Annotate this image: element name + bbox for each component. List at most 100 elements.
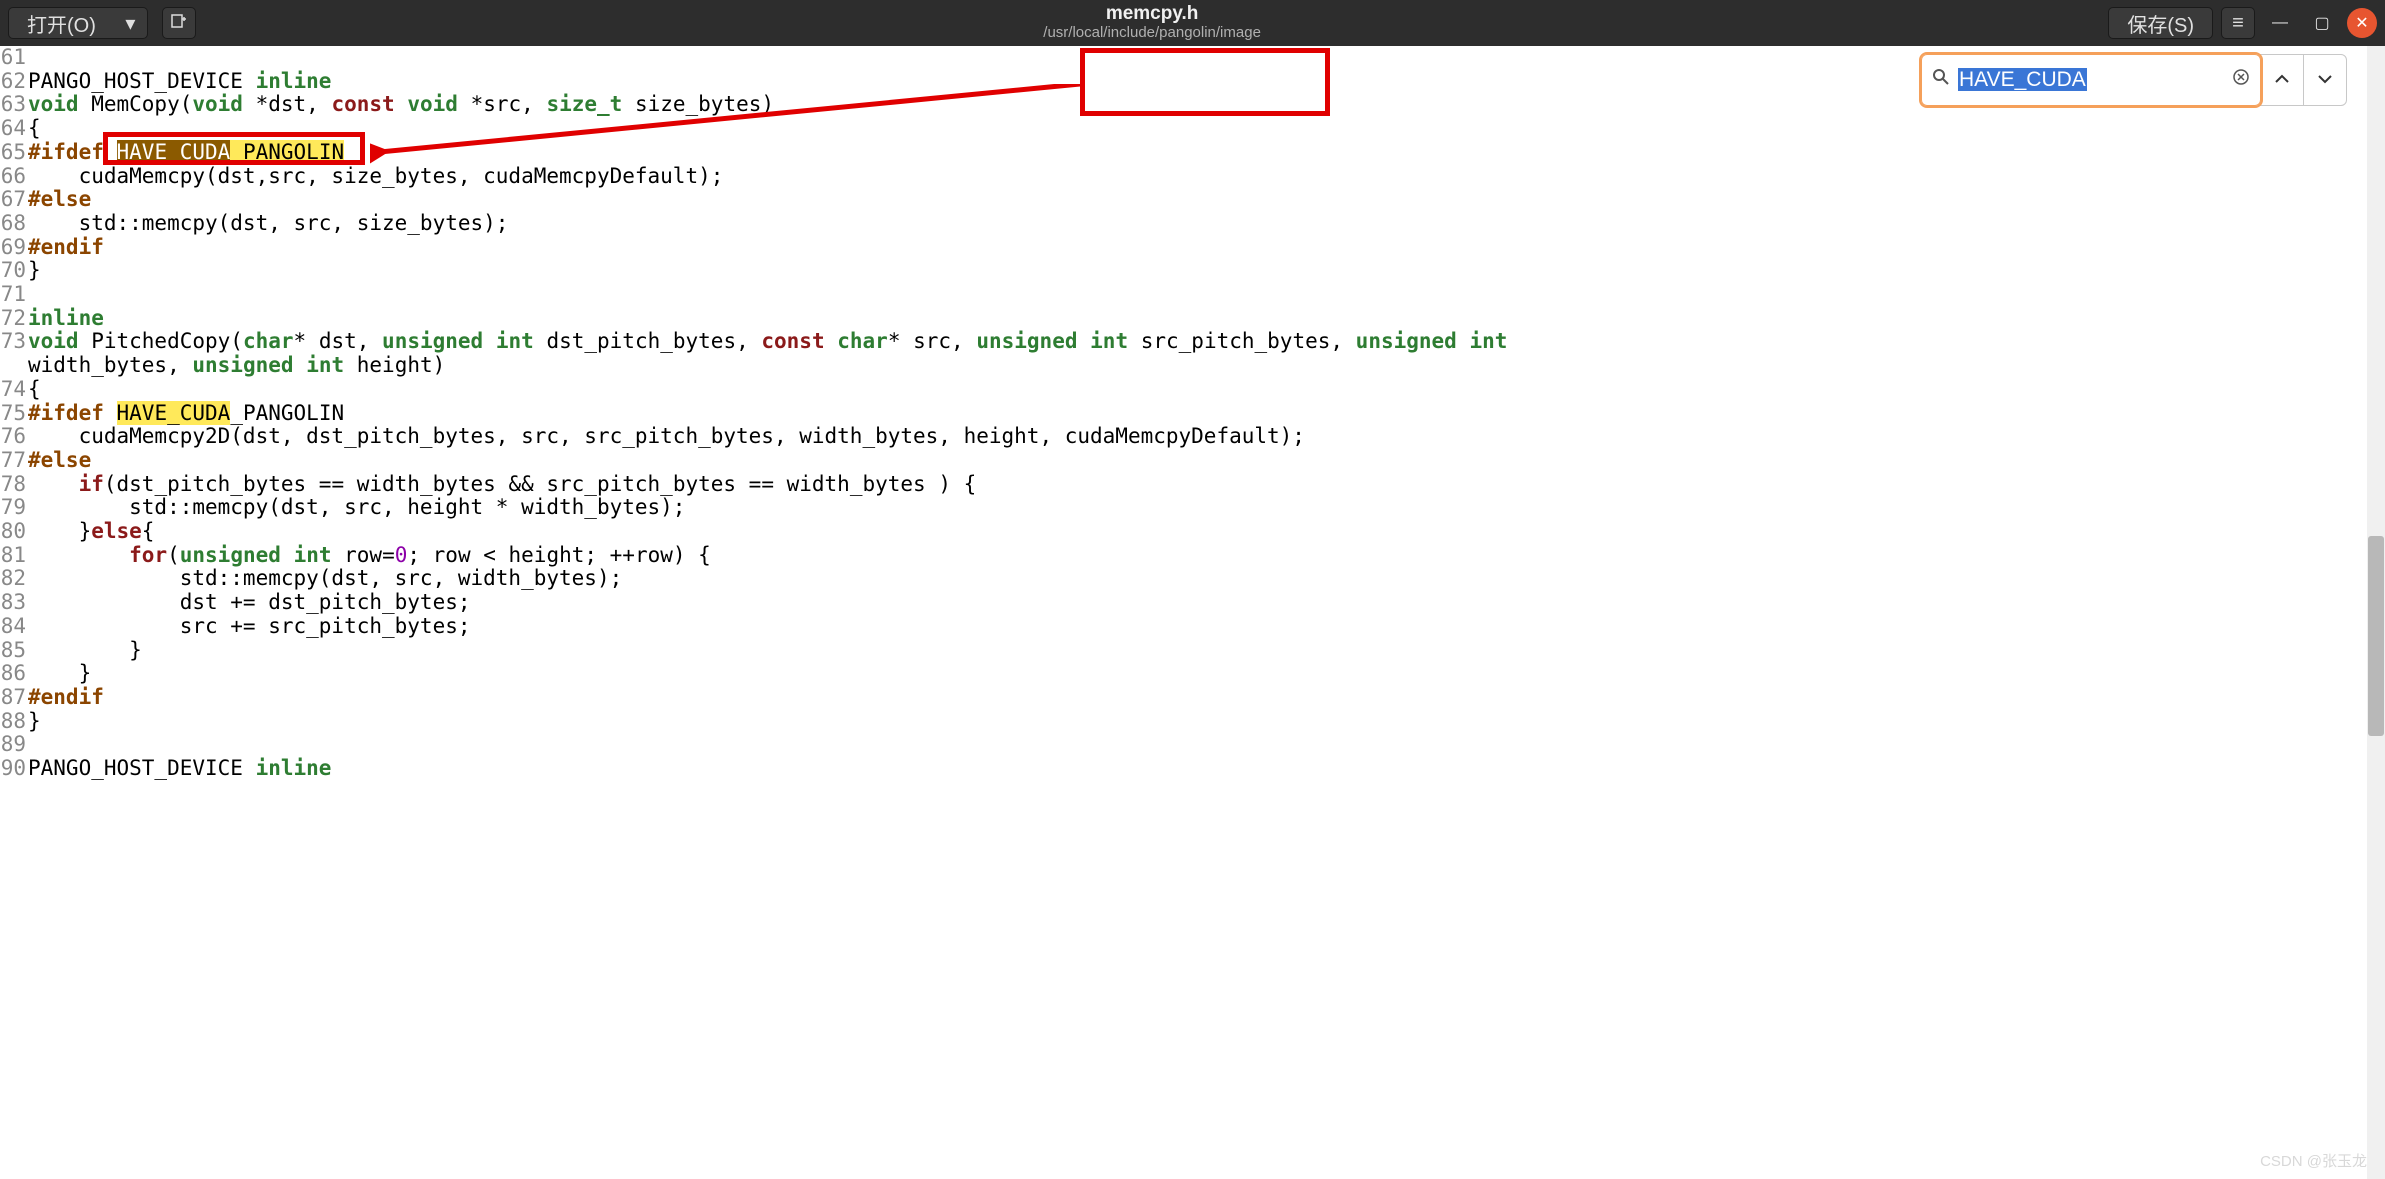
line-content[interactable]: PANGO_HOST_DEVICE inline xyxy=(28,757,2385,781)
code-line[interactable]: 70} xyxy=(0,259,2385,283)
code-line[interactable]: 77#else xyxy=(0,449,2385,473)
code-line[interactable]: 73void PitchedCopy(char* dst, unsigned i… xyxy=(0,330,2385,354)
find-input-container: HAVE_CUDA xyxy=(1921,54,2261,106)
vertical-scrollbar[interactable] xyxy=(2367,46,2385,1179)
line-number: 82 xyxy=(0,567,28,591)
line-content[interactable] xyxy=(28,733,2385,757)
code-line[interactable]: 65#ifdef HAVE_CUDA_PANGOLIN xyxy=(0,141,2385,165)
code-line[interactable]: 71 xyxy=(0,283,2385,307)
code-line[interactable]: 84 src += src_pitch_bytes; xyxy=(0,615,2385,639)
line-content[interactable]: src += src_pitch_bytes; xyxy=(28,615,2385,639)
line-number: 89 xyxy=(0,733,28,757)
code-line[interactable]: 67#else xyxy=(0,188,2385,212)
line-content[interactable]: #else xyxy=(28,449,2385,473)
line-content[interactable] xyxy=(28,283,2385,307)
line-number: 87 xyxy=(0,686,28,710)
code-line[interactable]: 69#endif xyxy=(0,236,2385,260)
line-content[interactable]: std::memcpy(dst, src, height * width_byt… xyxy=(28,496,2385,520)
find-bar: HAVE_CUDA xyxy=(1921,54,2347,106)
line-content[interactable]: std::memcpy(dst, src, width_bytes); xyxy=(28,567,2385,591)
line-content[interactable]: } xyxy=(28,259,2385,283)
code-line[interactable]: 78 if(dst_pitch_bytes == width_bytes && … xyxy=(0,473,2385,497)
line-number: 75 xyxy=(0,402,28,426)
line-content[interactable]: } xyxy=(28,710,2385,734)
line-content[interactable]: void PitchedCopy(char* dst, unsigned int… xyxy=(28,330,2385,354)
code-line[interactable]: 83 dst += dst_pitch_bytes; xyxy=(0,591,2385,615)
code-line[interactable]: 64{ xyxy=(0,117,2385,141)
titlebar-center: memcpy.h /usr/local/include/pangolin/ima… xyxy=(196,4,2108,41)
editor-area[interactable]: 6162PANGO_HOST_DEVICE inline63void MemCo… xyxy=(0,46,2385,1179)
file-title: memcpy.h xyxy=(196,4,2108,25)
line-number: 64 xyxy=(0,117,28,141)
titlebar-right: 保存(S) ≡ — ▢ ✕ xyxy=(2108,7,2377,39)
line-number: 66 xyxy=(0,165,28,189)
code-line[interactable]: 80 }else{ xyxy=(0,520,2385,544)
search-icon xyxy=(1932,68,1950,92)
code-line[interactable]: 68 std::memcpy(dst, src, size_bytes); xyxy=(0,212,2385,236)
code-line[interactable]: 72inline xyxy=(0,307,2385,331)
line-number: 68 xyxy=(0,212,28,236)
code-line[interactable]: 89 xyxy=(0,733,2385,757)
chevron-down-icon: ▾ xyxy=(125,11,135,36)
titlebar: 打开(O) ▾ memcpy.h /usr/local/include/pang… xyxy=(0,0,2385,46)
line-content[interactable]: cudaMemcpy2D(dst, dst_pitch_bytes, src, … xyxy=(28,425,2385,449)
watermark: CSDN @张玉龙 xyxy=(2260,1150,2367,1171)
line-content[interactable]: #ifdef HAVE_CUDA_PANGOLIN xyxy=(28,402,2385,426)
new-tab-icon xyxy=(171,12,187,35)
open-dropdown-button[interactable]: ▾ xyxy=(114,7,148,39)
line-content[interactable]: } xyxy=(28,662,2385,686)
code-line[interactable]: 87#endif xyxy=(0,686,2385,710)
maximize-button[interactable]: ▢ xyxy=(2305,7,2339,39)
code-line[interactable]: 74{ xyxy=(0,378,2385,402)
close-window-button[interactable]: ✕ xyxy=(2347,8,2377,38)
code-line[interactable]: 75#ifdef HAVE_CUDA_PANGOLIN xyxy=(0,402,2385,426)
clear-search-button[interactable] xyxy=(2232,68,2250,92)
code-line[interactable]: 82 std::memcpy(dst, src, width_bytes); xyxy=(0,567,2385,591)
line-content[interactable]: #endif xyxy=(28,236,2385,260)
code-line[interactable]: 79 std::memcpy(dst, src, height * width_… xyxy=(0,496,2385,520)
line-number: 67 xyxy=(0,188,28,212)
save-button[interactable]: 保存(S) xyxy=(2108,7,2213,39)
code-line[interactable]: 66 cudaMemcpy(dst,src, size_bytes, cudaM… xyxy=(0,165,2385,189)
code-line[interactable]: 86 } xyxy=(0,662,2385,686)
line-number: 61 xyxy=(0,46,28,70)
open-button[interactable]: 打开(O) xyxy=(8,7,114,39)
minimize-button[interactable]: — xyxy=(2263,7,2297,39)
line-number: 85 xyxy=(0,639,28,663)
code-line[interactable]: width_bytes, unsigned int height) xyxy=(0,354,2385,378)
code-line[interactable]: 90PANGO_HOST_DEVICE inline xyxy=(0,757,2385,781)
line-content[interactable]: cudaMemcpy(dst,src, size_bytes, cudaMemc… xyxy=(28,165,2385,189)
line-content[interactable]: dst += dst_pitch_bytes; xyxy=(28,591,2385,615)
line-content[interactable]: if(dst_pitch_bytes == width_bytes && src… xyxy=(28,473,2385,497)
line-number xyxy=(0,354,28,378)
line-content[interactable]: #ifdef HAVE_CUDA_PANGOLIN xyxy=(28,141,2385,165)
find-next-button[interactable] xyxy=(2303,54,2347,106)
line-content[interactable]: } xyxy=(28,639,2385,663)
line-content[interactable]: { xyxy=(28,117,2385,141)
minimize-icon: — xyxy=(2272,14,2288,32)
titlebar-left: 打开(O) ▾ xyxy=(8,7,196,39)
line-content[interactable]: #else xyxy=(28,188,2385,212)
code-line[interactable]: 81 for(unsigned int row=0; row < height;… xyxy=(0,544,2385,568)
line-content[interactable]: #endif xyxy=(28,686,2385,710)
line-number: 71 xyxy=(0,283,28,307)
line-content[interactable]: width_bytes, unsigned int height) xyxy=(28,354,2385,378)
scrollbar-thumb[interactable] xyxy=(2368,536,2384,736)
find-input[interactable]: HAVE_CUDA xyxy=(1958,68,2224,92)
line-content[interactable]: }else{ xyxy=(28,520,2385,544)
line-content[interactable]: for(unsigned int row=0; row < height; ++… xyxy=(28,544,2385,568)
find-prev-button[interactable] xyxy=(2260,54,2304,106)
new-tab-button[interactable] xyxy=(162,7,196,39)
code-line[interactable]: 76 cudaMemcpy2D(dst, dst_pitch_bytes, sr… xyxy=(0,425,2385,449)
line-content[interactable]: { xyxy=(28,378,2385,402)
line-number: 88 xyxy=(0,710,28,734)
line-content[interactable]: std::memcpy(dst, src, size_bytes); xyxy=(28,212,2385,236)
code-line[interactable]: 88} xyxy=(0,710,2385,734)
code-line[interactable]: 85 } xyxy=(0,639,2385,663)
line-content[interactable]: inline xyxy=(28,307,2385,331)
line-number: 90 xyxy=(0,757,28,781)
hamburger-menu-button[interactable]: ≡ xyxy=(2221,7,2255,39)
line-number: 83 xyxy=(0,591,28,615)
line-number: 86 xyxy=(0,662,28,686)
code-view[interactable]: 6162PANGO_HOST_DEVICE inline63void MemCo… xyxy=(0,46,2385,781)
